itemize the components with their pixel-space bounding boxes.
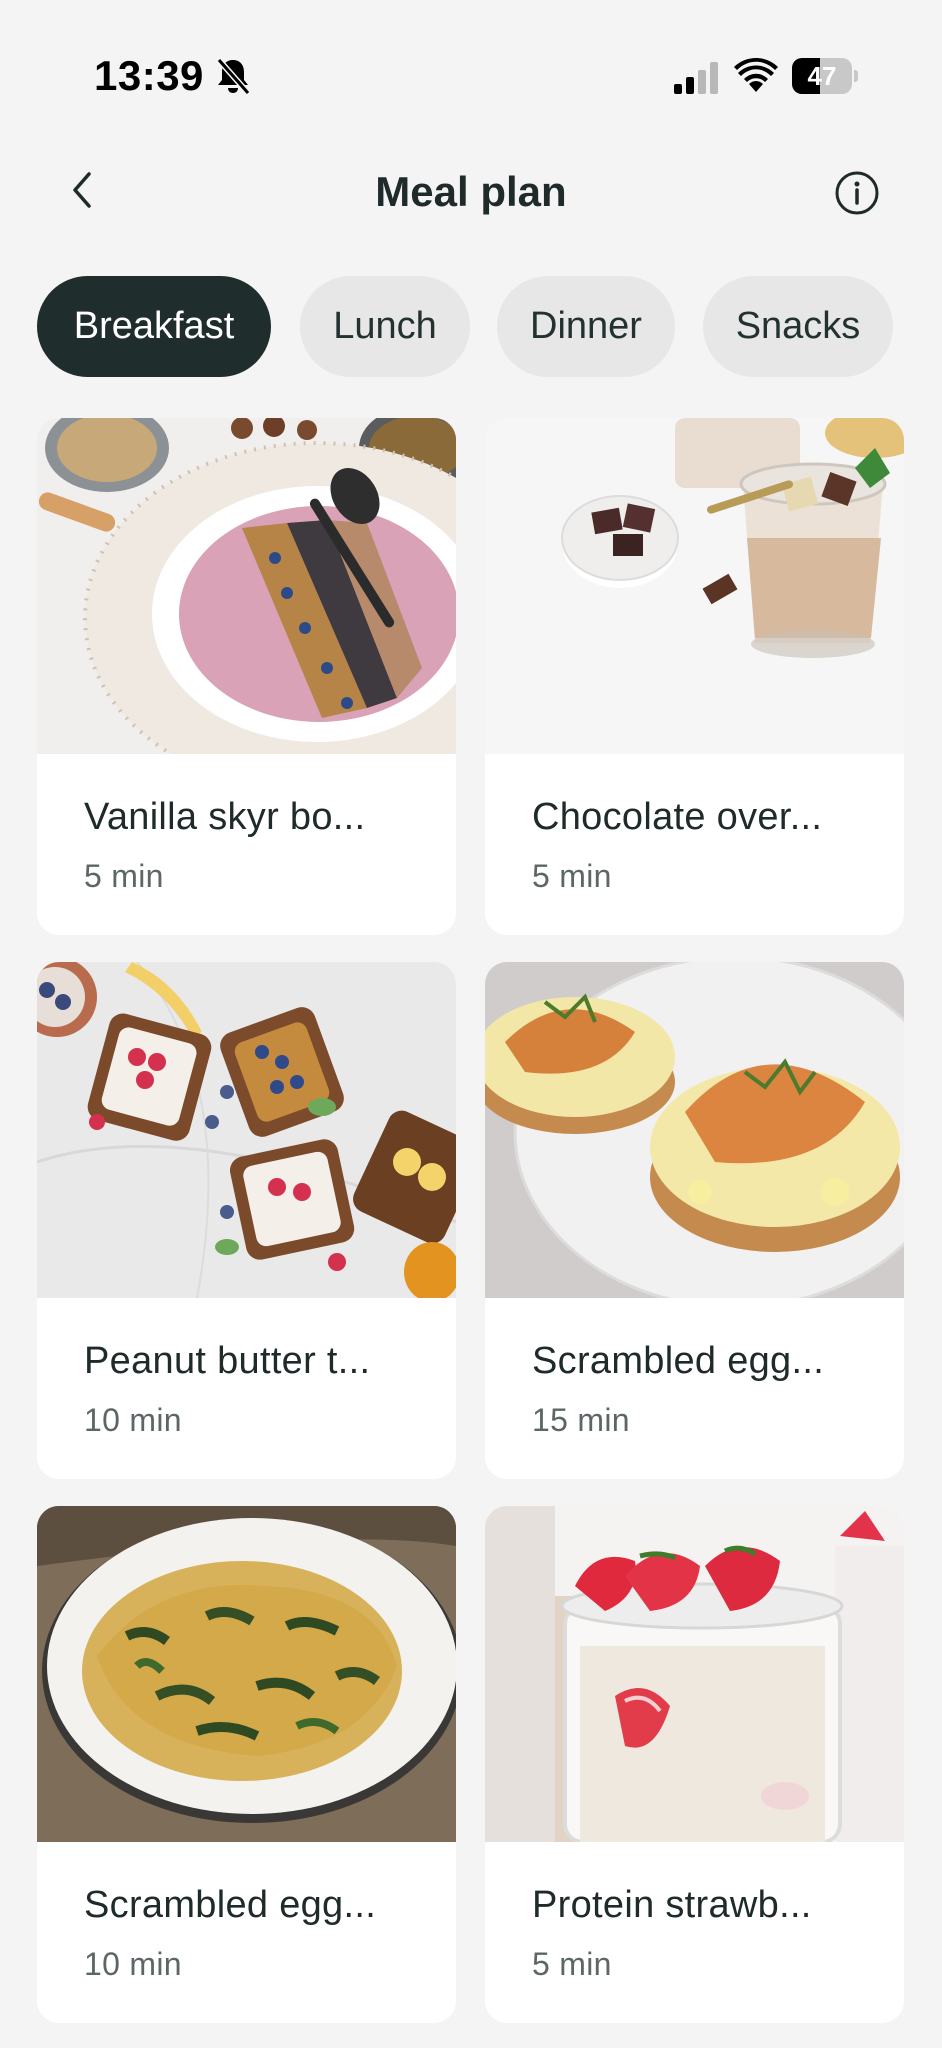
eggs-salmon-bagel-photo bbox=[485, 962, 904, 1298]
signal-icon bbox=[674, 62, 718, 94]
meal-time: 5 min bbox=[532, 1946, 612, 1982]
tab-label: Breakfast bbox=[73, 305, 235, 347]
tab-lunch[interactable]: Lunch bbox=[300, 276, 470, 377]
page-title: Meal plan bbox=[375, 168, 567, 215]
tab-snacks[interactable]: Snacks bbox=[703, 276, 893, 377]
status-bar: 13:39 47 bbox=[0, 0, 942, 150]
meal-card[interactable]: Chocolate over... 5 min bbox=[485, 418, 904, 935]
meal-time: 5 min bbox=[84, 858, 164, 894]
strawberry-oats-jar-photo bbox=[485, 1506, 904, 1842]
meal-time: 10 min bbox=[84, 1946, 182, 1982]
tab-dinner[interactable]: Dinner bbox=[497, 276, 675, 377]
eggs-spinach-plate-photo bbox=[37, 1506, 456, 1842]
peanut-butter-toast-photo bbox=[37, 962, 456, 1298]
bell-slash-icon bbox=[216, 58, 251, 95]
meal-card[interactable]: Scrambled egg... 15 min bbox=[485, 962, 904, 1479]
meal-title: Vanilla skyr bo... bbox=[84, 796, 366, 838]
info-circle-icon bbox=[835, 171, 879, 215]
wifi-icon bbox=[734, 58, 778, 92]
meal-title: Peanut butter t... bbox=[84, 1340, 371, 1382]
meal-card[interactable]: Peanut butter t... 10 min bbox=[37, 962, 456, 1479]
meal-time: 10 min bbox=[84, 1402, 182, 1438]
meal-title: Protein strawb... bbox=[532, 1884, 812, 1926]
header: Meal plan bbox=[0, 150, 942, 240]
overnight-oats-chocolate-photo bbox=[485, 418, 904, 754]
meal-title: Chocolate over... bbox=[532, 796, 823, 838]
meal-time: 15 min bbox=[532, 1402, 630, 1438]
battery-level: 47 bbox=[807, 61, 837, 91]
battery-indicator: 47 bbox=[792, 58, 858, 94]
meal-card[interactable]: Protein strawb... 5 min bbox=[485, 1506, 904, 2023]
tab-label: Dinner bbox=[530, 305, 642, 347]
meal-title: Scrambled egg... bbox=[84, 1884, 377, 1926]
meal-card[interactable]: Scrambled egg... 10 min bbox=[37, 1506, 456, 2023]
tab-label: Snacks bbox=[735, 305, 861, 347]
status-time: 13:39 bbox=[94, 52, 204, 99]
tab-label: Lunch bbox=[333, 305, 437, 347]
meal-card[interactable]: Vanilla skyr bo... 5 min bbox=[37, 418, 456, 935]
meal-time: 5 min bbox=[532, 858, 612, 894]
info-button[interactable] bbox=[834, 170, 880, 216]
tab-breakfast[interactable]: Breakfast bbox=[37, 276, 271, 377]
smoothie-bowl-photo bbox=[37, 418, 456, 754]
meal-title: Scrambled egg... bbox=[532, 1340, 825, 1382]
